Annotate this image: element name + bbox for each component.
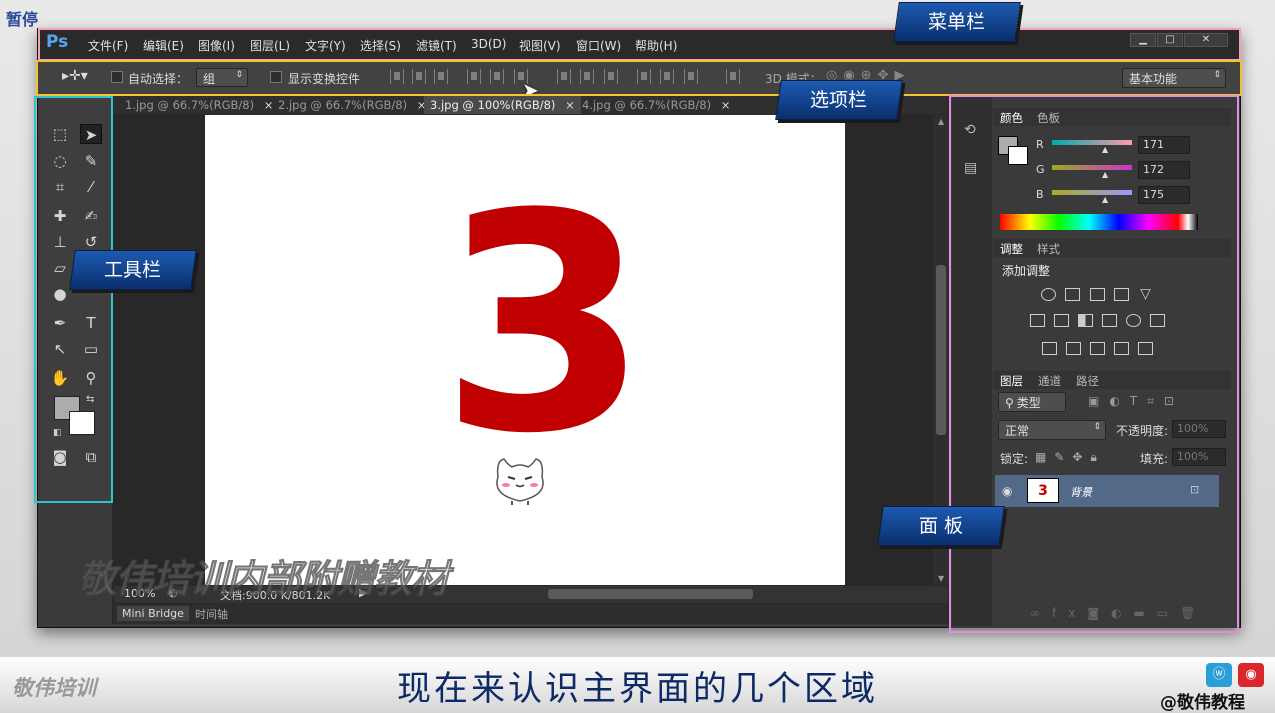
toolbar-callout-text: 工具栏 [104,259,162,281]
tab-timeline[interactable]: 时间轴 [195,606,228,622]
sina-weibo-icon: ◉ [1238,663,1264,687]
scroll-up-icon[interactable]: ▲ [938,117,944,126]
menubar-callout: 菜单栏 [893,2,1021,42]
menubar-callout-text: 菜单栏 [928,11,986,33]
tab-label: 1.jpg @ 66.7%(RGB/8) [125,98,255,112]
mascot-illustration [496,458,544,505]
close-tab-icon[interactable]: × [721,98,731,112]
tencent-weibo-icon: ⓦ [1206,663,1232,687]
close-tab-icon[interactable]: × [565,98,575,112]
document-tab-1[interactable]: 1.jpg @ 66.7%(RGB/8) × [119,96,279,114]
vertical-scroll-thumb[interactable] [936,265,946,435]
document-tab-4[interactable]: 4.jpg @ 66.7%(RGB/8) × [576,96,736,114]
document-tab-2[interactable]: 2.jpg @ 66.7%(RGB/8) × [272,96,432,114]
pause-indicator: 暂停 [6,10,39,29]
toolbar-callout: 工具栏 [69,250,197,290]
weibo-handle: @敬伟教程 [1160,693,1245,713]
subtitle: 现在来认识主界面的几个区域 [397,669,878,709]
tab-mini-bridge[interactable]: Mini Bridge [117,606,189,621]
toolbar-highlight-frame [34,96,113,503]
optionsbar-callout-text: 选项栏 [810,89,868,111]
panels-highlight-frame [949,95,1239,633]
canvas-digit: 3 [440,150,649,499]
document-tab-3[interactable]: 3.jpg @ 100%(RGB/8) × [424,96,581,114]
panels-callout: 面 板 [877,506,1005,546]
tab-label: 3.jpg @ 100%(RGB/8) [430,98,556,112]
panels-callout-text: 面 板 [918,515,964,537]
tab-label: 4.jpg @ 66.7%(RGB/8) [582,98,712,112]
tab-label: 2.jpg @ 66.7%(RGB/8) [278,98,408,112]
watermark: 敬伟培训内部附赠教材 [77,557,449,602]
bottom-panel-bar [114,604,948,624]
optionsbar-highlight-frame [36,60,1242,96]
scroll-down-icon[interactable]: ▼ [938,574,944,583]
horizontal-scroll-thumb[interactable] [548,589,753,599]
optionsbar-callout: 选项栏 [775,80,903,120]
menubar-highlight-frame [38,28,1241,61]
